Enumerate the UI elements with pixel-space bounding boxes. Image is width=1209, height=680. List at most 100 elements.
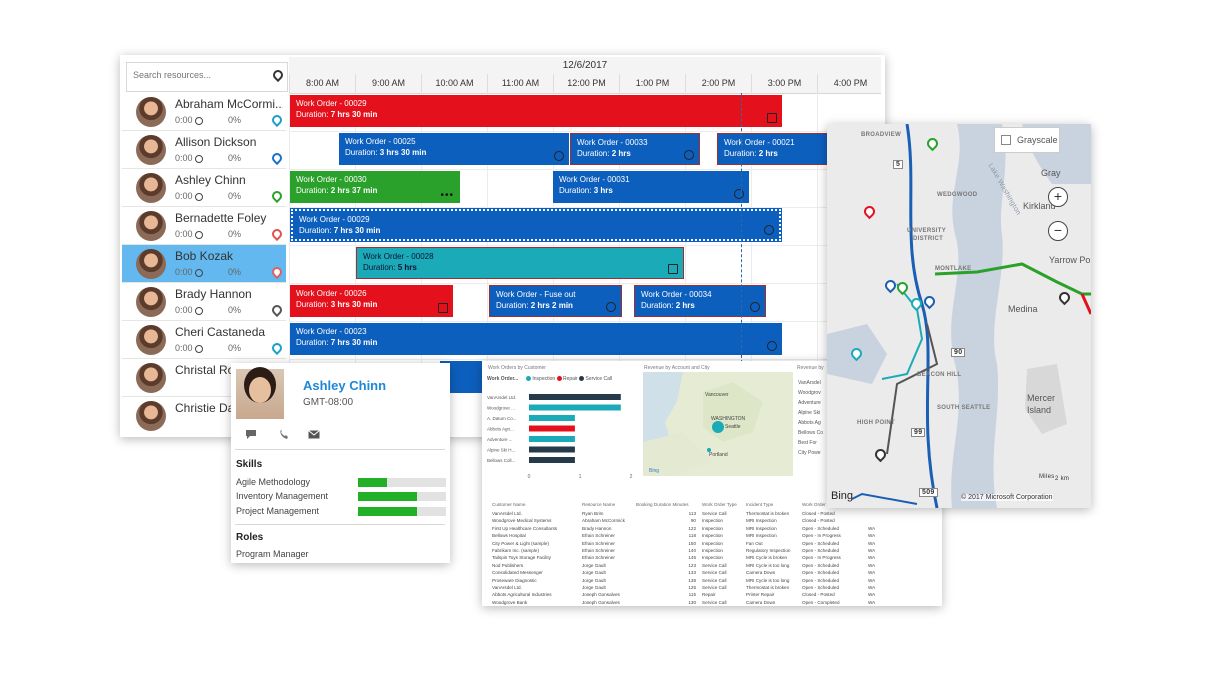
table-row[interactable]: Proseware Diagnostic Jorge Gault 138 Servic… <box>490 578 880 585</box>
chat-icon[interactable] <box>245 427 257 439</box>
work-order-title: Work Order - 00033 <box>577 138 648 147</box>
work-order-block[interactable]: Work Order - 00029 Duration: 7 hrs 30 mi… <box>290 208 782 242</box>
duration-value: 7 hrs 30 min <box>333 226 381 235</box>
revenue-map[interactable]: Vancouver WASHINGTON Seattle Portland Bi… <box>643 372 793 476</box>
bar[interactable] <box>529 404 621 411</box>
table-row[interactable]: VanArsdel Ltd. Jorge Gault 125 Service Call… <box>490 585 880 592</box>
map-title: Revenue by Account and City <box>644 365 710 371</box>
work-order-block[interactable]: Work Order - 00034 Duration: 2 hrs <box>634 285 766 317</box>
column-header: Booking Duration Minutes <box>636 502 689 507</box>
map-graphic <box>827 124 1091 508</box>
duration-label: Duration: <box>299 226 332 235</box>
grid-line <box>289 245 881 246</box>
table-row[interactable]: Consolidated Messenger Jorge Gault 133 Serv… <box>490 570 880 577</box>
table-cell: Jorge Gault <box>582 570 606 576</box>
category-label: VanArsdel Ltd. <box>487 395 516 400</box>
work-order-block[interactable]: Work Order - 00033 Duration: 2 hrs <box>570 133 700 165</box>
clock-icon <box>194 306 203 315</box>
table-row[interactable]: VanArsdel Ltd. Ryan Brim 113 Service Call Th… <box>490 511 880 518</box>
table-row[interactable]: Woodgrove Medical Systems Abraham McCormi… <box>490 518 880 525</box>
more-icon[interactable]: ••• <box>440 190 454 201</box>
avatar <box>136 97 166 127</box>
table-row[interactable]: Woodgrove Bank Joseph Gonsalves 130 Service… <box>490 600 880 607</box>
date-header: 12/6/2017 <box>289 57 881 75</box>
location-pin-icon[interactable] <box>269 340 285 356</box>
work-order-block[interactable]: Work Order - Fuse out Duration: 2 hrs 2 … <box>489 285 622 317</box>
bar[interactable] <box>529 394 621 400</box>
table-cell: WA <box>868 570 876 576</box>
table-cell: MRI Cycle is too long <box>746 577 790 583</box>
table-cell: MRI Inspection <box>746 525 777 531</box>
work-order-block[interactable]: Work Order - 00023 Duration: 7 hrs 30 mi… <box>290 323 782 355</box>
table-cell: Efrain Schreiner <box>582 540 615 546</box>
table-cell: Efrain Schreiner <box>582 548 615 553</box>
location-pin-icon[interactable] <box>269 302 285 318</box>
resource-row[interactable]: Brady Hannon 0:00 0% <box>122 283 286 321</box>
duration-value: 3 hrs 30 min <box>379 148 427 157</box>
avatar <box>136 287 166 317</box>
work-order-block[interactable]: Work Order - 00021 Duration: 2 hrs <box>717 133 829 165</box>
bar[interactable] <box>529 436 575 442</box>
location-pin-icon[interactable] <box>269 150 285 166</box>
table-cell: Open - Scheduled <box>802 562 840 568</box>
resource-row[interactable]: Abraham McCormi... 0:00 0% <box>122 93 286 131</box>
briefcase-icon <box>767 113 777 123</box>
table-cell: WA <box>868 555 876 561</box>
table-row[interactable]: First Up Healthcare Consultants Brady Han… <box>490 526 880 533</box>
table-row[interactable]: City Power & Light (sample) Efrain Schrei… <box>490 541 880 548</box>
duration-value: 7 hrs 30 min <box>330 338 378 347</box>
work-order-block[interactable]: Work Order - 00028 Duration: 5 hrs <box>356 247 684 279</box>
work-order-block[interactable]: Work Order - 00030 Duration: 2 hrs 37 mi… <box>290 171 460 203</box>
hour-label: 3:00 PM <box>751 74 817 93</box>
resource-row[interactable]: Ashley Chinn 0:00 0% <box>122 169 286 207</box>
work-order-block[interactable]: Work Order - 00025 Duration: 3 hrs 30 mi… <box>339 133 569 165</box>
clock-icon <box>194 154 203 163</box>
grayscale-toggle-button[interactable]: Grayscale <box>994 127 1060 153</box>
work-order-title: Work Order - 00030 <box>296 175 367 184</box>
bar[interactable] <box>529 446 575 453</box>
table-cell: WA <box>868 585 876 590</box>
table-cell: Woodgrove Medical Systems <box>492 518 552 524</box>
location-pin-icon[interactable] <box>269 112 285 128</box>
table-row[interactable]: Abbots Agricultural Industries Joseph Gon… <box>490 592 880 599</box>
table-cell: VanArsdel Ltd. <box>492 585 522 590</box>
work-order-block[interactable]: Work Order - 00031 Duration: 3 hrs <box>553 171 749 203</box>
table-cell: Jorge Gault <box>582 577 606 583</box>
bar[interactable] <box>529 425 575 432</box>
clock-icon <box>767 341 777 351</box>
route-map[interactable]: BROADVIEW WEDGWOOD UNIVERSITY DISTRICT M… <box>827 124 1091 508</box>
work-order-block[interactable]: Work Order - 00029 Duration: 7 hrs 30 mi… <box>290 95 782 127</box>
table-row[interactable]: Tailspin Toys Storage Facility Efrain Sch… <box>490 555 880 562</box>
table-cell: City Power & Light (sample) <box>492 540 549 546</box>
phone-icon[interactable] <box>278 427 290 439</box>
table-cell: 150 <box>688 540 696 546</box>
table-cell: Regulatory Inspection <box>746 548 791 553</box>
location-pin-icon[interactable] <box>269 188 285 204</box>
search-input[interactable] <box>131 69 265 81</box>
location-pin-icon[interactable] <box>269 264 285 280</box>
table-row[interactable]: Fabrikam Inc. (sample) Efrain Schreiner 14… <box>490 548 880 555</box>
resource-search-box[interactable] <box>126 62 288 92</box>
duration-value: 2 hrs 2 min <box>530 301 573 310</box>
map-label-portland: Portland <box>709 452 728 458</box>
resource-row[interactable]: Allison Dickson 0:00 0% <box>122 131 286 169</box>
zoom-in-button[interactable]: + <box>1048 187 1068 207</box>
table-row[interactable]: Bellows Hospital Efrain Schreiner 118 Inspe… <box>490 533 880 540</box>
location-pin-icon[interactable] <box>269 226 285 242</box>
location-pin-icon[interactable] <box>270 67 286 83</box>
email-icon[interactable] <box>308 427 320 439</box>
zoom-out-button[interactable]: − <box>1048 221 1068 241</box>
resource-row-selected[interactable]: Bob Kozak 0:00 0% <box>122 245 286 283</box>
work-order-block[interactable]: Work Order - 00026 Duration: 3 hrs 30 mi… <box>290 285 453 317</box>
list-item: VanArsdel <box>798 380 821 386</box>
avatar <box>136 325 166 355</box>
map-copyright: © 2017 Microsoft Corporation <box>961 494 1053 501</box>
bar[interactable] <box>529 415 575 421</box>
resource-row[interactable]: Cheri Castaneda 0:00 0% <box>122 321 286 359</box>
skill-level-fill <box>358 478 388 487</box>
table-row[interactable]: Nod Publishers Jorge Gault 123 Service Call… <box>490 563 880 570</box>
contact-name[interactable]: Ashley Chinn <box>303 378 386 393</box>
resource-row[interactable]: Bernadette Foley 0:00 0% <box>122 207 286 245</box>
map-label: WEDGWOOD <box>937 192 978 198</box>
bar[interactable] <box>529 457 575 463</box>
